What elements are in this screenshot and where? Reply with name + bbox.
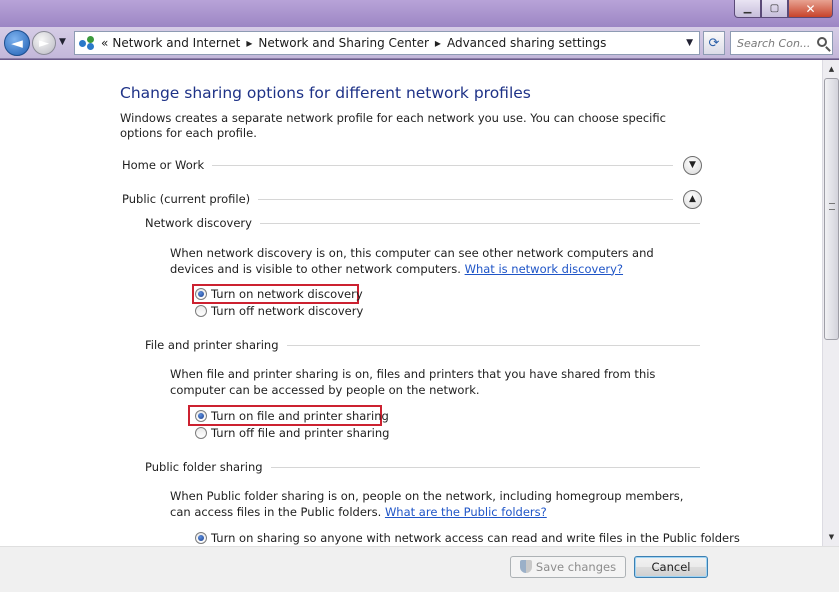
radio-turn-on-file-printer-sharing[interactable]: Turn on file and printer sharing bbox=[195, 408, 389, 424]
radio-button-selected[interactable] bbox=[195, 410, 207, 422]
window-title-bar[interactable]: ▁ ▢ ✕ bbox=[0, 0, 839, 27]
section-file-printer-sharing: File and printer sharing bbox=[145, 336, 700, 354]
file-printer-sharing-description: When file and printer sharing is on, fil… bbox=[170, 367, 656, 397]
refresh-button[interactable]: ⟳ bbox=[703, 31, 725, 55]
profile-home-or-work[interactable]: Home or Work ▼ bbox=[122, 154, 702, 176]
chevron-down-icon[interactable]: ▼ bbox=[683, 155, 702, 175]
search-icon[interactable] bbox=[817, 37, 827, 47]
section-public-folder-sharing: Public folder sharing bbox=[145, 458, 700, 476]
footer-bar: Save changes Cancel bbox=[0, 546, 839, 592]
forward-arrow-icon: ► bbox=[39, 35, 49, 51]
network-icon bbox=[79, 36, 95, 50]
divider bbox=[258, 198, 673, 200]
radio-turn-on-network-discovery[interactable]: Turn on network discovery bbox=[195, 286, 363, 302]
scroll-up-arrow-icon[interactable]: ▲ bbox=[824, 61, 839, 77]
maximize-button[interactable]: ▢ bbox=[761, 0, 788, 18]
breadcrumb-separator-icon[interactable]: ▸ bbox=[246, 36, 252, 50]
close-button[interactable]: ✕ bbox=[788, 0, 833, 18]
section-network-discovery: Network discovery bbox=[145, 214, 700, 232]
divider bbox=[286, 344, 700, 346]
network-discovery-description: When network discovery is on, this compu… bbox=[170, 246, 654, 276]
section-heading: File and printer sharing bbox=[145, 338, 279, 352]
recent-pages-dropdown-icon[interactable]: ▼ bbox=[59, 37, 66, 47]
radio-button-selected[interactable] bbox=[195, 532, 207, 544]
divider bbox=[212, 164, 673, 166]
section-heading: Network discovery bbox=[145, 216, 252, 230]
radio-button[interactable] bbox=[195, 427, 207, 439]
navigation-bar: ◄ ► ▼ « Network and Internet ▸ Network a… bbox=[0, 27, 839, 59]
divider bbox=[259, 222, 700, 224]
minimize-button[interactable]: ▁ bbox=[734, 0, 761, 18]
vertical-scrollbar[interactable]: ▲ ▼ bbox=[822, 60, 839, 546]
profile-public-label: Public (current profile) bbox=[122, 192, 251, 206]
radio-turn-off-file-printer-sharing[interactable]: Turn off file and printer sharing bbox=[195, 425, 389, 441]
scroll-down-arrow-icon[interactable]: ▼ bbox=[824, 529, 839, 545]
save-changes-button[interactable]: Save changes bbox=[510, 556, 626, 578]
minimize-icon: ▁ bbox=[743, 3, 752, 14]
breadcrumb-network-and-internet[interactable]: Network and Internet bbox=[112, 36, 240, 50]
main-content: Change sharing options for different net… bbox=[0, 60, 822, 546]
breadcrumb-separator-icon[interactable]: ▸ bbox=[435, 36, 441, 50]
section-heading: Public folder sharing bbox=[145, 460, 263, 474]
back-button[interactable]: ◄ bbox=[4, 30, 30, 56]
scrollbar-thumb[interactable] bbox=[824, 78, 839, 340]
refresh-icon: ⟳ bbox=[708, 35, 720, 51]
divider bbox=[270, 466, 700, 468]
network-discovery-help-link[interactable]: What is network discovery? bbox=[465, 262, 623, 276]
address-dropdown-icon[interactable]: ▼ bbox=[686, 38, 693, 48]
public-folder-sharing-description: When Public folder sharing is on, people… bbox=[170, 489, 684, 519]
window-controls: ▁ ▢ ✕ bbox=[734, 0, 833, 18]
radio-button[interactable] bbox=[195, 305, 207, 317]
breadcrumb-network-sharing-center[interactable]: Network and Sharing Center bbox=[258, 36, 429, 50]
intro-text: Windows creates a separate network profi… bbox=[120, 111, 666, 140]
chevron-up-icon[interactable]: ▲ bbox=[683, 189, 702, 209]
radio-button-selected[interactable] bbox=[195, 288, 207, 300]
breadcrumb-overflow[interactable]: « bbox=[101, 36, 108, 50]
radio-turn-on-public-folder-sharing[interactable]: Turn on sharing so anyone with network a… bbox=[195, 530, 740, 546]
address-bar[interactable]: « Network and Internet ▸ Network and Sha… bbox=[74, 31, 700, 55]
maximize-icon: ▢ bbox=[769, 3, 780, 14]
public-folders-help-link[interactable]: What are the Public folders? bbox=[385, 505, 547, 519]
close-icon: ✕ bbox=[805, 1, 816, 16]
cancel-button[interactable]: Cancel bbox=[634, 556, 708, 578]
profile-public[interactable]: Public (current profile) ▲ bbox=[122, 188, 702, 210]
back-arrow-icon: ◄ bbox=[11, 34, 23, 52]
forward-button[interactable]: ► bbox=[32, 31, 56, 55]
breadcrumb-advanced-sharing-settings[interactable]: Advanced sharing settings bbox=[447, 36, 606, 50]
profile-home-or-work-label: Home or Work bbox=[122, 158, 205, 172]
scrollbar-grip-icon bbox=[829, 203, 835, 210]
radio-turn-off-network-discovery[interactable]: Turn off network discovery bbox=[195, 303, 363, 319]
page-title: Change sharing options for different net… bbox=[120, 84, 531, 102]
uac-shield-icon bbox=[519, 560, 532, 574]
search-input[interactable] bbox=[737, 36, 815, 50]
search-box[interactable] bbox=[730, 31, 833, 55]
